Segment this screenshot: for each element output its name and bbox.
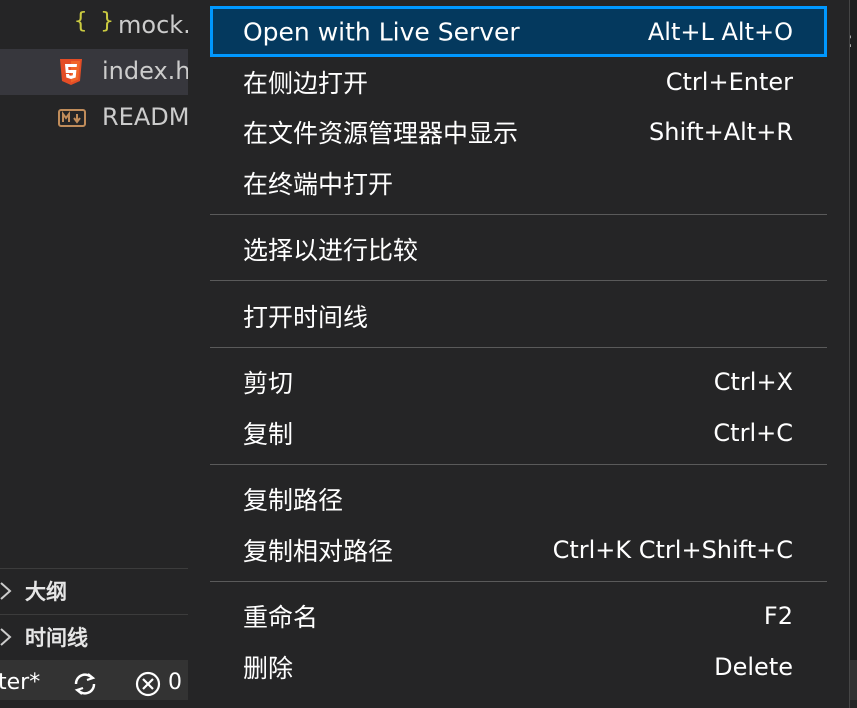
menu-item-label: 复制	[243, 419, 294, 449]
menu-item-open-in-terminal[interactable]: 在终端中打开	[210, 157, 827, 208]
menu-item-label: 剪切	[243, 368, 294, 398]
menu-item-label: 在侧边打开	[243, 68, 369, 98]
menu-item-open-timeline[interactable]: 打开时间线	[210, 290, 827, 341]
menu-item-label: 重命名	[243, 602, 319, 632]
menu-item-copy[interactable]: 复制 Ctrl+C	[210, 407, 827, 458]
menu-separator	[210, 464, 827, 465]
menu-separator	[210, 347, 827, 348]
menu-item-label: 删除	[243, 653, 294, 683]
menu-item-rename[interactable]: 重命名 F2	[210, 590, 827, 641]
menu-item-shortcut: F2	[763, 601, 793, 630]
menu-item-delete[interactable]: 删除 Delete	[210, 641, 827, 692]
chevron-right-icon	[0, 628, 12, 646]
markdown-icon	[58, 109, 86, 127]
explorer-panel: { } mock. index.h READM 大纲 时间线	[0, 0, 215, 708]
context-menu: Open with Live Server Alt+L Alt+O 在侧边打开 …	[188, 0, 850, 708]
menu-item-open-to-side[interactable]: 在侧边打开 Ctrl+Enter	[210, 56, 827, 107]
outline-section-header[interactable]: 大纲	[0, 568, 215, 613]
file-item-mock[interactable]: { } mock.	[0, 3, 215, 49]
menu-item-reveal-in-explorer[interactable]: 在文件资源管理器中显示 Shift+Alt+R	[210, 106, 827, 157]
menu-item-shortcut: Ctrl+K Ctrl+Shift+C	[552, 535, 793, 564]
timeline-section-header[interactable]: 时间线	[0, 614, 215, 659]
menu-item-cut[interactable]: 剪切 Ctrl+X	[210, 356, 827, 407]
file-name: index.h	[102, 57, 191, 85]
file-item-index[interactable]: index.h	[0, 49, 215, 95]
html5-icon	[59, 59, 83, 85]
menu-item-label: Open with Live Server	[243, 17, 520, 46]
chevron-right-icon	[0, 582, 12, 600]
menu-item-shortcut: Shift+Alt+R	[649, 117, 793, 146]
menu-item-copy-path[interactable]: 复制路径	[210, 473, 827, 524]
menu-item-select-for-compare[interactable]: 选择以进行比较	[210, 223, 827, 274]
section-label: 时间线	[25, 626, 88, 650]
menu-item-shortcut: Ctrl+C	[713, 418, 793, 447]
menu-item-label: 在文件资源管理器中显示	[243, 118, 519, 148]
section-label: 大纲	[25, 580, 67, 604]
menu-separator	[210, 214, 827, 215]
menu-item-open-with-live-server[interactable]: Open with Live Server Alt+L Alt+O	[210, 6, 827, 57]
menu-item-label: 在终端中打开	[243, 169, 394, 199]
menu-separator	[210, 280, 827, 281]
menu-item-shortcut: Delete	[714, 652, 793, 681]
error-count: 0	[168, 670, 182, 695]
file-item-readme[interactable]: READM	[0, 95, 215, 141]
sync-icon[interactable]	[71, 670, 99, 698]
menu-item-shortcut: Ctrl+Enter	[665, 67, 793, 96]
menu-item-shortcut: Ctrl+X	[713, 367, 793, 396]
file-name: mock.	[118, 11, 191, 39]
menu-item-shortcut: Alt+L Alt+O	[647, 17, 793, 46]
menu-item-copy-relative-path[interactable]: 复制相对路径 Ctrl+K Ctrl+Shift+C	[210, 524, 827, 575]
file-name: READM	[102, 103, 190, 131]
menu-item-label: 选择以进行比较	[243, 235, 419, 265]
menu-item-label: 复制路径	[243, 485, 344, 515]
menu-item-label: 打开时间线	[243, 302, 369, 332]
menu-separator	[210, 581, 827, 582]
error-icon[interactable]	[134, 670, 162, 698]
json-icon: { }	[74, 9, 114, 34]
menu-item-label: 复制相对路径	[243, 536, 394, 566]
branch-name[interactable]: ter*	[0, 670, 40, 695]
